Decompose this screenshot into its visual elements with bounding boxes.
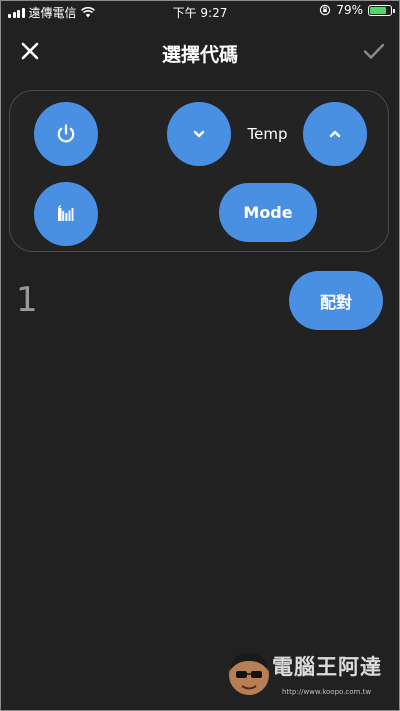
battery-level: [370, 6, 386, 14]
fan-speed-button[interactable]: [34, 182, 98, 246]
pair-button[interactable]: 配對: [289, 271, 383, 330]
battery-icon: [368, 4, 395, 16]
page-title: 選擇代碼: [161, 44, 238, 66]
fan-speed-icon: [58, 205, 74, 221]
remote-control-panel: Temp Mode: [9, 90, 389, 252]
watermark-url: http://www.koopo.com.tw: [282, 688, 372, 696]
temp-down-button[interactable]: [167, 102, 231, 166]
mascot-face-icon: [229, 653, 269, 695]
rotation-lock-icon: [320, 4, 331, 16]
watermark-logo: 電腦王阿達 http://www.koopo.com.tw: [224, 645, 394, 707]
mode-button[interactable]: Mode: [219, 183, 317, 242]
temp-up-button[interactable]: [303, 102, 367, 166]
temp-label: Temp: [247, 125, 288, 143]
watermark-text: 電腦王阿達: [272, 655, 382, 679]
confirm-button[interactable]: [362, 39, 386, 63]
power-button[interactable]: [34, 102, 98, 166]
code-number: 1: [16, 280, 38, 320]
header: 選擇代碼: [0, 22, 400, 80]
chevron-down-icon: [193, 130, 205, 138]
status-bar: 遠傳電信 下午 9:27 79%: [0, 0, 400, 22]
chevron-up-icon: [329, 130, 341, 138]
power-icon: [57, 124, 75, 143]
battery-percent: 79%: [336, 3, 363, 17]
status-right: 79%: [319, 3, 395, 17]
checkmark-icon: [363, 43, 385, 59]
